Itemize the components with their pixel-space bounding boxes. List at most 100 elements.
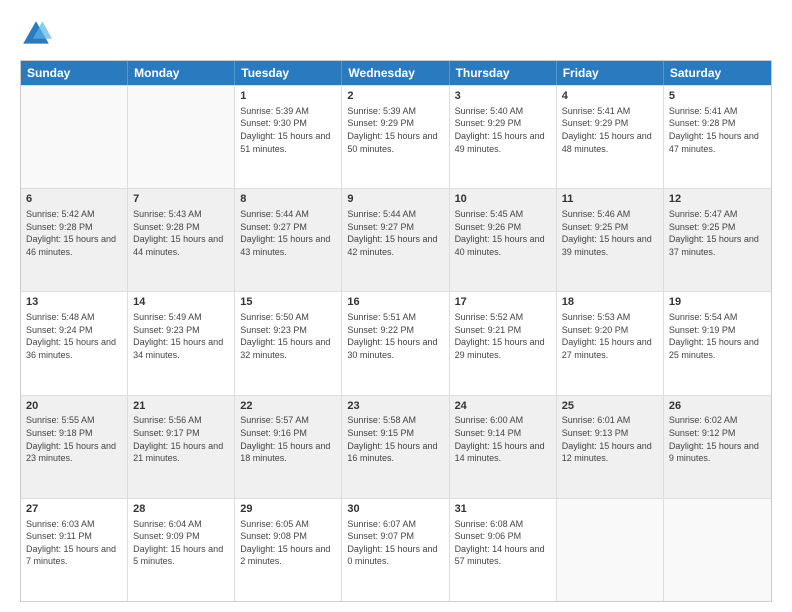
calendar-cell: 12Sunrise: 5:47 AM Sunset: 9:25 PM Dayli… xyxy=(664,189,771,291)
day-number: 5 xyxy=(669,89,766,104)
day-info: Sunrise: 6:07 AM Sunset: 9:07 PM Dayligh… xyxy=(347,518,443,568)
calendar-cell: 7Sunrise: 5:43 AM Sunset: 9:28 PM Daylig… xyxy=(128,189,235,291)
calendar-header-cell: Wednesday xyxy=(342,61,449,85)
logo xyxy=(20,18,56,50)
calendar-cell xyxy=(664,499,771,601)
calendar: SundayMondayTuesdayWednesdayThursdayFrid… xyxy=(20,60,772,602)
day-number: 26 xyxy=(669,399,766,414)
day-number: 28 xyxy=(133,502,229,517)
day-number: 12 xyxy=(669,192,766,207)
calendar-cell: 6Sunrise: 5:42 AM Sunset: 9:28 PM Daylig… xyxy=(21,189,128,291)
day-info: Sunrise: 5:53 AM Sunset: 9:20 PM Dayligh… xyxy=(562,311,658,361)
calendar-cell: 4Sunrise: 5:41 AM Sunset: 9:29 PM Daylig… xyxy=(557,86,664,188)
logo-icon xyxy=(20,18,52,50)
day-number: 7 xyxy=(133,192,229,207)
day-info: Sunrise: 6:03 AM Sunset: 9:11 PM Dayligh… xyxy=(26,518,122,568)
calendar-cell: 27Sunrise: 6:03 AM Sunset: 9:11 PM Dayli… xyxy=(21,499,128,601)
calendar-cell: 30Sunrise: 6:07 AM Sunset: 9:07 PM Dayli… xyxy=(342,499,449,601)
calendar-cell: 25Sunrise: 6:01 AM Sunset: 9:13 PM Dayli… xyxy=(557,396,664,498)
day-number: 30 xyxy=(347,502,443,517)
day-info: Sunrise: 5:54 AM Sunset: 9:19 PM Dayligh… xyxy=(669,311,766,361)
calendar-cell: 16Sunrise: 5:51 AM Sunset: 9:22 PM Dayli… xyxy=(342,292,449,394)
calendar-cell: 2Sunrise: 5:39 AM Sunset: 9:29 PM Daylig… xyxy=(342,86,449,188)
day-number: 8 xyxy=(240,192,336,207)
day-number: 9 xyxy=(347,192,443,207)
calendar-header-row: SundayMondayTuesdayWednesdayThursdayFrid… xyxy=(21,61,771,85)
day-number: 6 xyxy=(26,192,122,207)
day-number: 1 xyxy=(240,89,336,104)
day-info: Sunrise: 5:58 AM Sunset: 9:15 PM Dayligh… xyxy=(347,414,443,464)
day-info: Sunrise: 5:41 AM Sunset: 9:28 PM Dayligh… xyxy=(669,105,766,155)
calendar-cell: 15Sunrise: 5:50 AM Sunset: 9:23 PM Dayli… xyxy=(235,292,342,394)
day-number: 25 xyxy=(562,399,658,414)
calendar-header-cell: Tuesday xyxy=(235,61,342,85)
calendar-header-cell: Sunday xyxy=(21,61,128,85)
day-info: Sunrise: 5:57 AM Sunset: 9:16 PM Dayligh… xyxy=(240,414,336,464)
day-info: Sunrise: 5:46 AM Sunset: 9:25 PM Dayligh… xyxy=(562,208,658,258)
calendar-cell: 1Sunrise: 5:39 AM Sunset: 9:30 PM Daylig… xyxy=(235,86,342,188)
calendar-cell: 18Sunrise: 5:53 AM Sunset: 9:20 PM Dayli… xyxy=(557,292,664,394)
calendar-row: 13Sunrise: 5:48 AM Sunset: 9:24 PM Dayli… xyxy=(21,291,771,394)
calendar-cell: 24Sunrise: 6:00 AM Sunset: 9:14 PM Dayli… xyxy=(450,396,557,498)
calendar-cell: 10Sunrise: 5:45 AM Sunset: 9:26 PM Dayli… xyxy=(450,189,557,291)
day-number: 14 xyxy=(133,295,229,310)
day-info: Sunrise: 6:02 AM Sunset: 9:12 PM Dayligh… xyxy=(669,414,766,464)
day-number: 29 xyxy=(240,502,336,517)
calendar-cell: 21Sunrise: 5:56 AM Sunset: 9:17 PM Dayli… xyxy=(128,396,235,498)
calendar-row: 20Sunrise: 5:55 AM Sunset: 9:18 PM Dayli… xyxy=(21,395,771,498)
day-info: Sunrise: 5:47 AM Sunset: 9:25 PM Dayligh… xyxy=(669,208,766,258)
day-info: Sunrise: 5:45 AM Sunset: 9:26 PM Dayligh… xyxy=(455,208,551,258)
day-number: 21 xyxy=(133,399,229,414)
calendar-cell: 8Sunrise: 5:44 AM Sunset: 9:27 PM Daylig… xyxy=(235,189,342,291)
day-info: Sunrise: 5:39 AM Sunset: 9:30 PM Dayligh… xyxy=(240,105,336,155)
day-number: 27 xyxy=(26,502,122,517)
calendar-cell: 17Sunrise: 5:52 AM Sunset: 9:21 PM Dayli… xyxy=(450,292,557,394)
calendar-cell xyxy=(21,86,128,188)
calendar-cell: 20Sunrise: 5:55 AM Sunset: 9:18 PM Dayli… xyxy=(21,396,128,498)
day-info: Sunrise: 6:04 AM Sunset: 9:09 PM Dayligh… xyxy=(133,518,229,568)
calendar-body: 1Sunrise: 5:39 AM Sunset: 9:30 PM Daylig… xyxy=(21,85,771,601)
day-info: Sunrise: 5:49 AM Sunset: 9:23 PM Dayligh… xyxy=(133,311,229,361)
day-info: Sunrise: 5:44 AM Sunset: 9:27 PM Dayligh… xyxy=(347,208,443,258)
day-info: Sunrise: 5:43 AM Sunset: 9:28 PM Dayligh… xyxy=(133,208,229,258)
calendar-cell: 14Sunrise: 5:49 AM Sunset: 9:23 PM Dayli… xyxy=(128,292,235,394)
day-number: 20 xyxy=(26,399,122,414)
header xyxy=(20,18,772,50)
day-number: 24 xyxy=(455,399,551,414)
day-info: Sunrise: 6:00 AM Sunset: 9:14 PM Dayligh… xyxy=(455,414,551,464)
day-info: Sunrise: 5:50 AM Sunset: 9:23 PM Dayligh… xyxy=(240,311,336,361)
day-number: 31 xyxy=(455,502,551,517)
day-info: Sunrise: 5:42 AM Sunset: 9:28 PM Dayligh… xyxy=(26,208,122,258)
calendar-cell: 11Sunrise: 5:46 AM Sunset: 9:25 PM Dayli… xyxy=(557,189,664,291)
calendar-cell: 19Sunrise: 5:54 AM Sunset: 9:19 PM Dayli… xyxy=(664,292,771,394)
day-number: 4 xyxy=(562,89,658,104)
calendar-cell: 31Sunrise: 6:08 AM Sunset: 9:06 PM Dayli… xyxy=(450,499,557,601)
day-info: Sunrise: 5:51 AM Sunset: 9:22 PM Dayligh… xyxy=(347,311,443,361)
day-info: Sunrise: 5:39 AM Sunset: 9:29 PM Dayligh… xyxy=(347,105,443,155)
calendar-header-cell: Monday xyxy=(128,61,235,85)
calendar-cell: 22Sunrise: 5:57 AM Sunset: 9:16 PM Dayli… xyxy=(235,396,342,498)
day-info: Sunrise: 5:52 AM Sunset: 9:21 PM Dayligh… xyxy=(455,311,551,361)
day-info: Sunrise: 5:44 AM Sunset: 9:27 PM Dayligh… xyxy=(240,208,336,258)
day-number: 23 xyxy=(347,399,443,414)
calendar-cell: 13Sunrise: 5:48 AM Sunset: 9:24 PM Dayli… xyxy=(21,292,128,394)
page: SundayMondayTuesdayWednesdayThursdayFrid… xyxy=(0,0,792,612)
calendar-cell: 28Sunrise: 6:04 AM Sunset: 9:09 PM Dayli… xyxy=(128,499,235,601)
calendar-row: 6Sunrise: 5:42 AM Sunset: 9:28 PM Daylig… xyxy=(21,188,771,291)
day-info: Sunrise: 6:08 AM Sunset: 9:06 PM Dayligh… xyxy=(455,518,551,568)
day-number: 18 xyxy=(562,295,658,310)
day-info: Sunrise: 5:40 AM Sunset: 9:29 PM Dayligh… xyxy=(455,105,551,155)
calendar-cell: 3Sunrise: 5:40 AM Sunset: 9:29 PM Daylig… xyxy=(450,86,557,188)
calendar-header-cell: Friday xyxy=(557,61,664,85)
day-info: Sunrise: 5:55 AM Sunset: 9:18 PM Dayligh… xyxy=(26,414,122,464)
day-number: 2 xyxy=(347,89,443,104)
calendar-cell xyxy=(128,86,235,188)
calendar-row: 27Sunrise: 6:03 AM Sunset: 9:11 PM Dayli… xyxy=(21,498,771,601)
day-info: Sunrise: 5:48 AM Sunset: 9:24 PM Dayligh… xyxy=(26,311,122,361)
calendar-cell: 26Sunrise: 6:02 AM Sunset: 9:12 PM Dayli… xyxy=(664,396,771,498)
day-info: Sunrise: 5:56 AM Sunset: 9:17 PM Dayligh… xyxy=(133,414,229,464)
day-number: 10 xyxy=(455,192,551,207)
day-number: 11 xyxy=(562,192,658,207)
calendar-header-cell: Saturday xyxy=(664,61,771,85)
day-number: 15 xyxy=(240,295,336,310)
